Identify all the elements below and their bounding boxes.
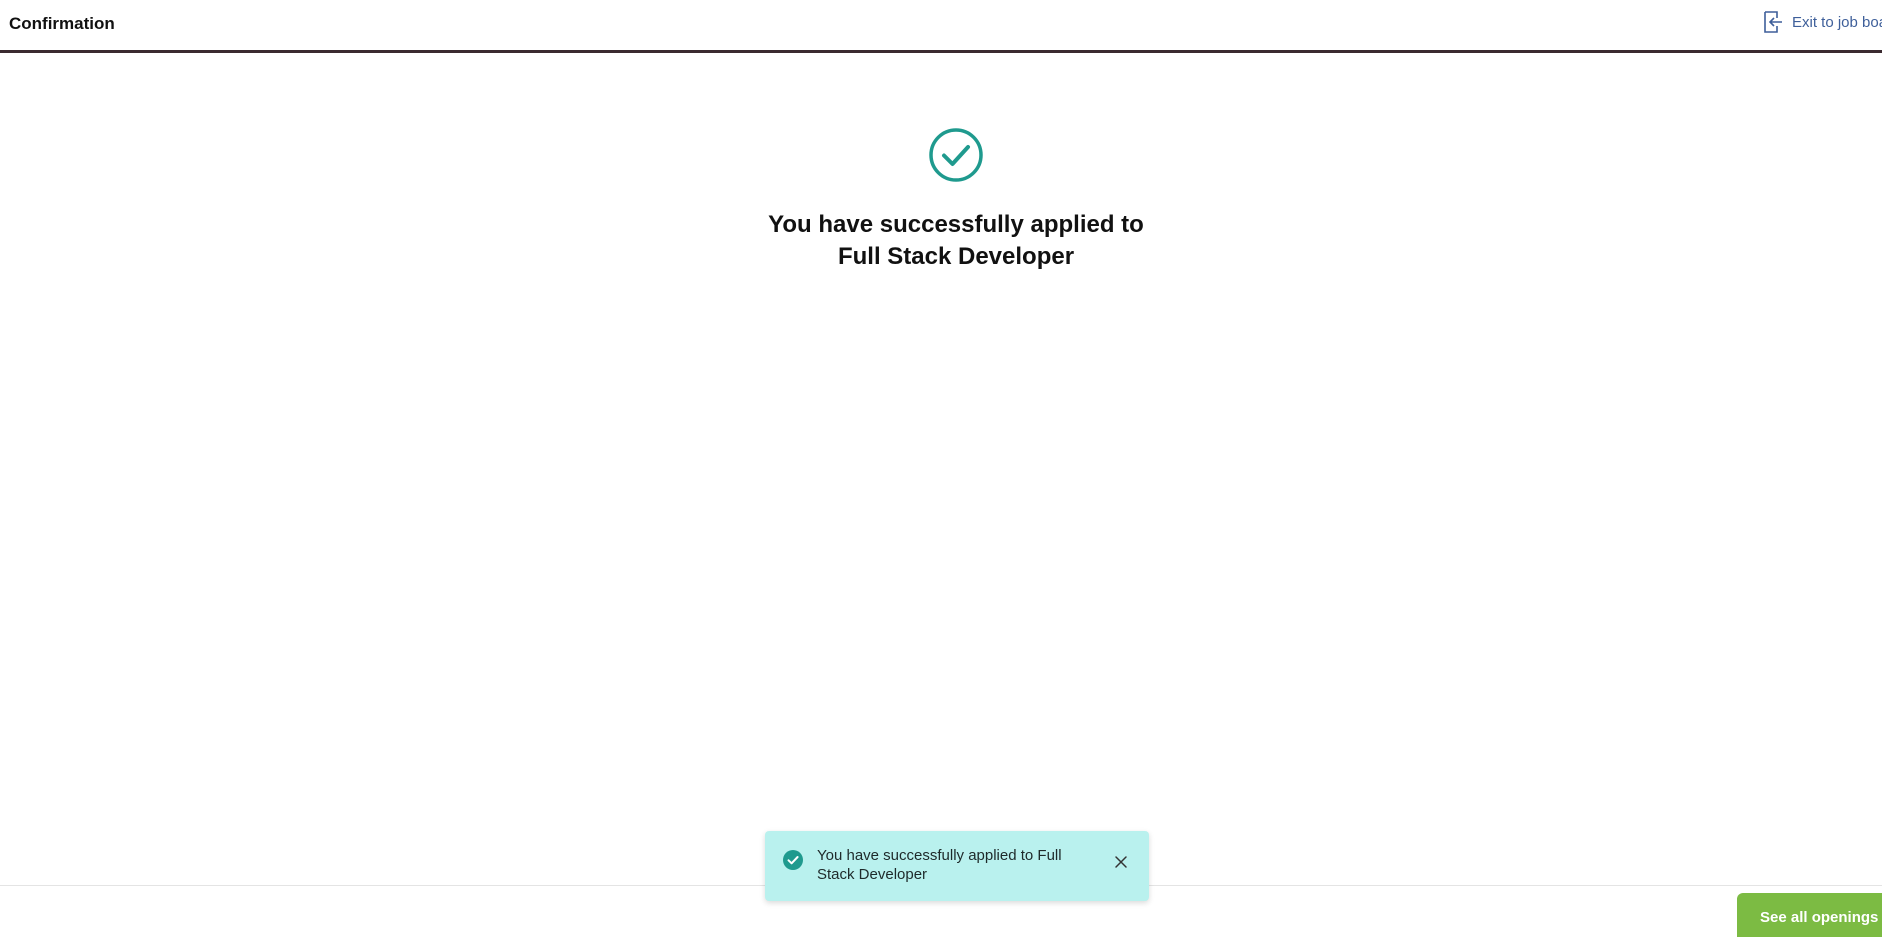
- page-title: Confirmation: [9, 14, 115, 33]
- check-circle-filled-icon: [783, 850, 803, 870]
- confirmation-page: Confirmation Exit to job board You have …: [0, 0, 1882, 937]
- exit-to-job-board-link[interactable]: Exit to job board: [1762, 10, 1882, 34]
- toast-message: You have successfully applied to Full St…: [817, 847, 1062, 883]
- confirmation-heading: You have successfully applied to Full St…: [768, 211, 1144, 270]
- confirmation-section: You have successfully applied to Full St…: [696, 127, 1216, 273]
- top-header: Confirmation Exit to job board: [0, 0, 1882, 53]
- exit-door-icon: [1764, 11, 1782, 33]
- see-all-openings-button[interactable]: See all openings: [1737, 893, 1882, 937]
- exit-link-label: Exit to job board: [1792, 13, 1882, 31]
- close-icon[interactable]: [1113, 854, 1129, 870]
- check-circle-icon: [929, 128, 983, 182]
- success-toast: You have successfully applied to Full St…: [765, 831, 1149, 901]
